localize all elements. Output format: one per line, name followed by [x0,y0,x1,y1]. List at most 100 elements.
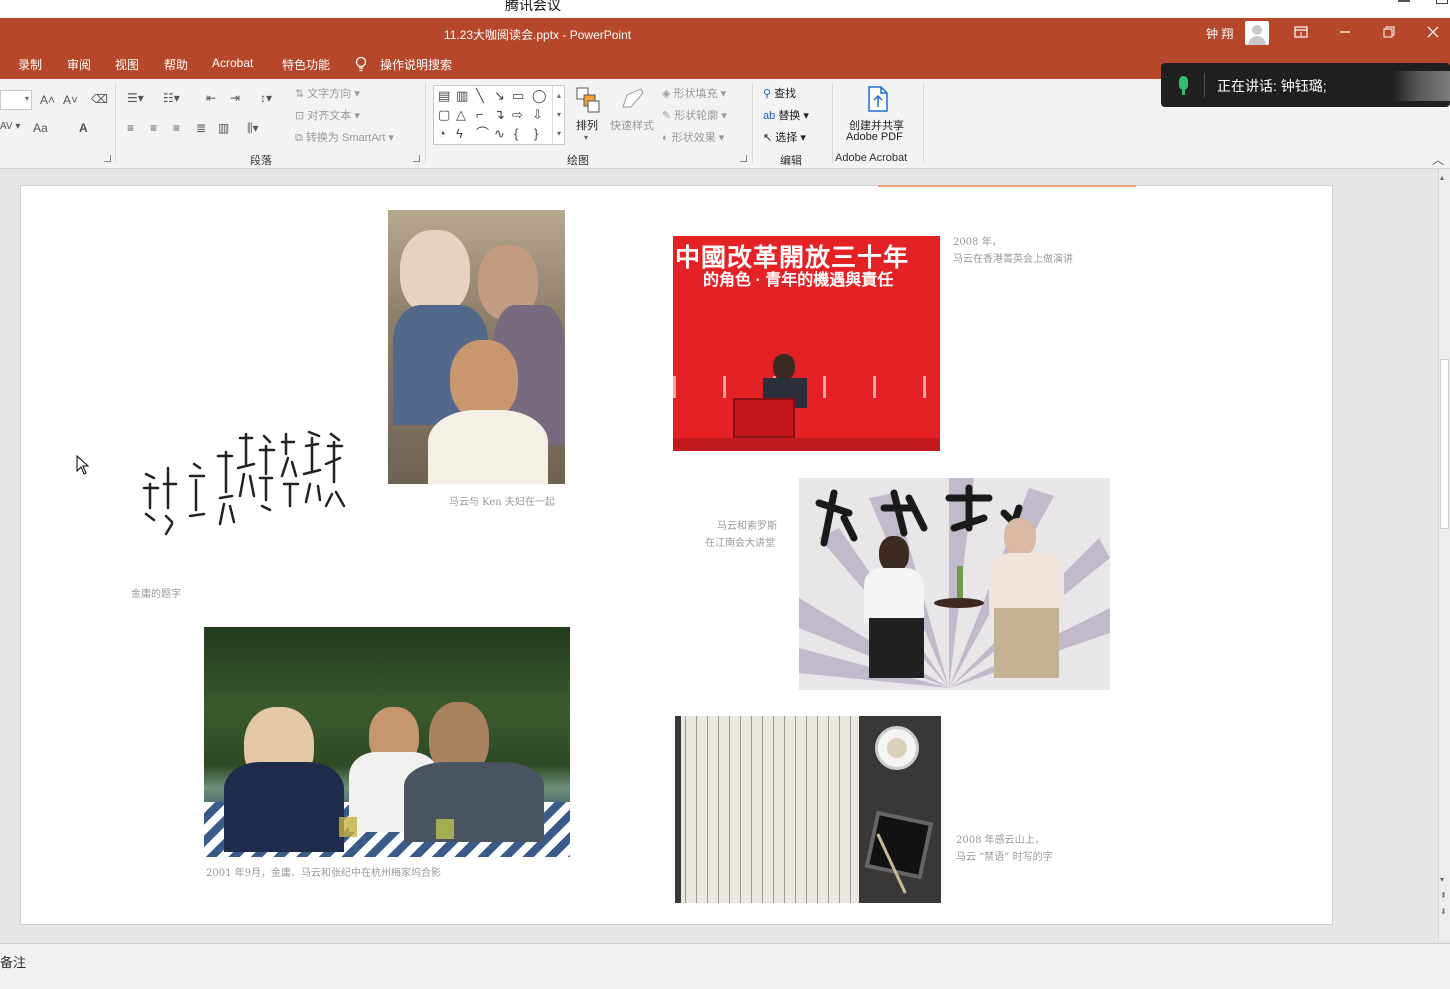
quick-styles-icon[interactable] [619,85,647,116]
minimize-icon[interactable] [1333,22,1357,44]
font-dialog-launcher-icon[interactable] [104,155,111,162]
photo-ken-couple[interactable] [388,210,565,484]
arrange-icon[interactable] [576,87,600,116]
align-right-icon[interactable]: ≡ [173,121,180,135]
tab-review[interactable]: 审阅 [67,56,91,73]
gallery-scroll[interactable]: ▴ ▾ ▾ [552,86,565,144]
increase-indent-icon[interactable]: ⇥ [230,91,240,105]
arrow-line-shape-icon[interactable]: ↘ [494,89,505,102]
photo-stage-dialogue[interactable] [799,478,1110,690]
paragraph-group-label: 段落 [250,155,272,167]
decrease-font-size-icon[interactable]: A˅ [63,93,78,107]
powerpoint-title-bar: 11.23大咖阅读会.pptx - PowerPoint 钟 翔 [0,18,1450,49]
close-icon[interactable] [1421,22,1445,44]
photo-red-banner-speech[interactable]: 中國改革開放三十年 的角色 · 青年的機遇與責任 [673,236,940,451]
callout-shape-icon[interactable]: ◔ [438,127,446,140]
shape-effects-button[interactable]: ◐ 形状效果 ▾ [662,129,724,145]
shape-fill-button[interactable]: ◈ 形状填充 ▾ [662,85,726,101]
text-box-shape-icon[interactable]: ▤ [438,89,450,102]
photo-jin-yong-group[interactable] [204,627,570,857]
increase-font-size-icon[interactable]: A˄ [40,93,55,107]
oval-shape-icon[interactable]: ◯ [532,89,547,102]
speaking-text: 正在讲话: 钟钰璐; [1217,78,1327,94]
justify-icon[interactable]: ≣ [196,121,206,135]
acrobat-group-label: Adobe Acrobat [835,152,908,164]
notes-pane[interactable]: 备注 [0,943,1450,989]
arrange-button[interactable]: 排列 [576,117,598,133]
drawing-group-label: 绘图 [567,155,589,167]
photo-handwriting-tea[interactable] [675,716,941,903]
ribbon-display-options-icon[interactable] [1289,22,1313,44]
tab-special-features[interactable]: 特色功能 [282,56,330,73]
tab-view[interactable]: 视图 [115,56,139,73]
find-button[interactable]: ⚲ 查找 [763,85,796,101]
left-brace-shape-icon[interactable]: { [514,127,518,140]
bullets-icon[interactable]: ☰▾ [127,91,144,105]
clear-formatting-icon[interactable]: ⌫ [91,92,108,106]
meeting-maximize-icon[interactable] [1436,0,1448,4]
create-share-pdf-button-line2[interactable]: Adobe PDF [846,131,903,143]
microphone-icon [1179,76,1188,90]
collapse-ribbon-icon[interactable]: ︿ [1432,151,1444,168]
arrange-dropdown-icon[interactable]: ▾ [584,133,588,142]
create-pdf-icon[interactable] [866,85,890,116]
next-slide-icon[interactable]: ⇟ [1440,907,1447,916]
slide-editing-area[interactable]: 马云与 Ken 夫妇在一起 金庸的题字 2001 年9月，金庸、马云和张纪中在杭… [0,169,1438,941]
shape-outline-button[interactable]: ✎ 形状轮廓 ▾ [662,107,727,123]
numbering-icon[interactable]: ☷▾ [163,91,180,105]
paragraph-dialog-launcher-icon[interactable] [413,155,420,162]
tell-me-search[interactable]: 操作说明搜索 [380,56,452,73]
scroll-up-icon[interactable]: ▴ [1440,173,1444,182]
account-name[interactable]: 钟 翔 [1206,25,1233,42]
font-color-button[interactable]: A [79,121,88,135]
triangle-shape-icon[interactable]: △ [456,108,466,121]
lightning-shape-icon[interactable]: ϟ [456,127,463,140]
tab-help[interactable]: 帮助 [164,56,188,73]
scroll-down-icon[interactable]: ▾ [1440,875,1444,884]
character-spacing-icon[interactable]: AV ▾ [0,121,20,132]
tab-acrobat[interactable]: Acrobat [212,56,253,70]
line-shape-icon[interactable]: ╲ [476,89,484,102]
decrease-indent-icon[interactable]: ⇤ [206,91,216,105]
drawing-dialog-launcher-icon[interactable] [740,155,747,162]
editing-group-label: 编辑 [780,155,802,167]
freeform-shape-icon[interactable]: ∿ [494,127,505,140]
elbow-arrow-shape-icon[interactable]: ↴ [494,108,505,121]
select-button[interactable]: ↖ 选择 ▾ [763,129,806,145]
right-brace-shape-icon[interactable]: } [534,127,538,140]
restore-icon[interactable] [1377,22,1401,44]
rectangle-shape-icon[interactable]: ▭ [512,89,524,102]
change-case-button[interactable]: Aa [33,121,48,135]
curve-shape-icon[interactable]: ⌒ [476,127,489,140]
line-spacing-icon[interactable]: ↕▾ [260,91,272,105]
calligraphy-image[interactable] [136,424,351,564]
replace-button[interactable]: ab 替换 ▾ [763,107,809,123]
distributed-icon[interactable]: ▥ [218,121,229,135]
scroll-thumb[interactable] [1440,359,1449,529]
lightbulb-icon [355,56,367,72]
convert-smartart-button[interactable]: ⧉ 转换为 SmartArt ▾ [295,129,394,145]
right-arrow-shape-icon[interactable]: ⇨ [512,108,523,121]
vertical-scrollbar[interactable]: ▴ ▾ ⇞ ⇟ [1438,169,1450,941]
align-center-icon[interactable]: ≡ [150,121,157,135]
red-photo-caption-line2: 马云在香港菁英会上做演讲 [953,254,1073,265]
avatar[interactable] [1245,21,1269,45]
rounded-rectangle-shape-icon[interactable]: ▢ [438,108,450,121]
down-arrow-shape-icon[interactable]: ⇩ [532,108,543,121]
tab-record[interactable]: 录制 [18,56,42,73]
columns-icon[interactable]: ⫼▾ [247,121,259,136]
font-size-combo[interactable]: ▾ [0,90,32,110]
notes-placeholder[interactable]: 备注 [0,952,26,971]
meeting-app-title: 腾讯会议 [505,0,561,13]
slide-canvas[interactable]: 马云与 Ken 夫妇在一起 金庸的题字 2001 年9月，金庸、马云和张纪中在杭… [20,185,1333,925]
stage-caption-line2: 在江南会大讲堂 [705,538,775,549]
vertical-text-box-shape-icon[interactable]: ▥ [456,89,468,102]
align-left-icon[interactable]: ≡ [127,121,134,135]
shapes-gallery[interactable]: ▤ ▥ ╲ ↘ ▭ ◯ ▢ △ ⌐ ↴ ⇨ ⇩ ◔ ϟ ⌒ ∿ { } ▴ ▾ ▾ [433,85,565,145]
elbow-connector-shape-icon[interactable]: ⌐ [476,108,484,121]
text-direction-button[interactable]: ⇅ 文字方向 ▾ [295,85,360,101]
meeting-minimize-icon[interactable] [1398,0,1410,2]
align-text-button[interactable]: ⊡ 对齐文本 ▾ [295,107,360,123]
quick-styles-button[interactable]: 快速样式 [610,117,654,133]
previous-slide-icon[interactable]: ⇞ [1440,891,1447,900]
